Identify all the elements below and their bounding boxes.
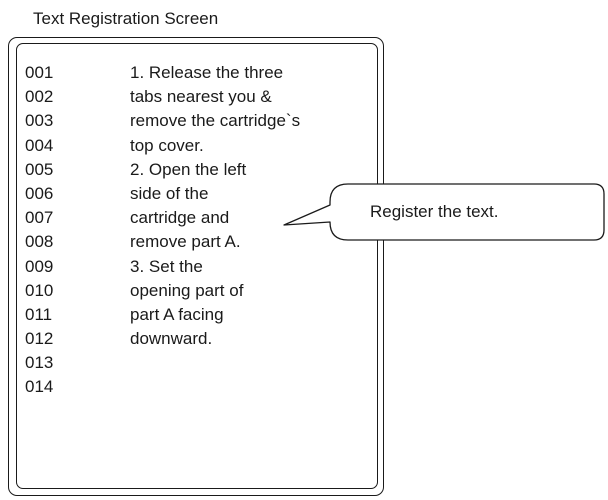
callout-balloon [283,183,605,241]
callout-text: Register the text. [370,202,499,221]
